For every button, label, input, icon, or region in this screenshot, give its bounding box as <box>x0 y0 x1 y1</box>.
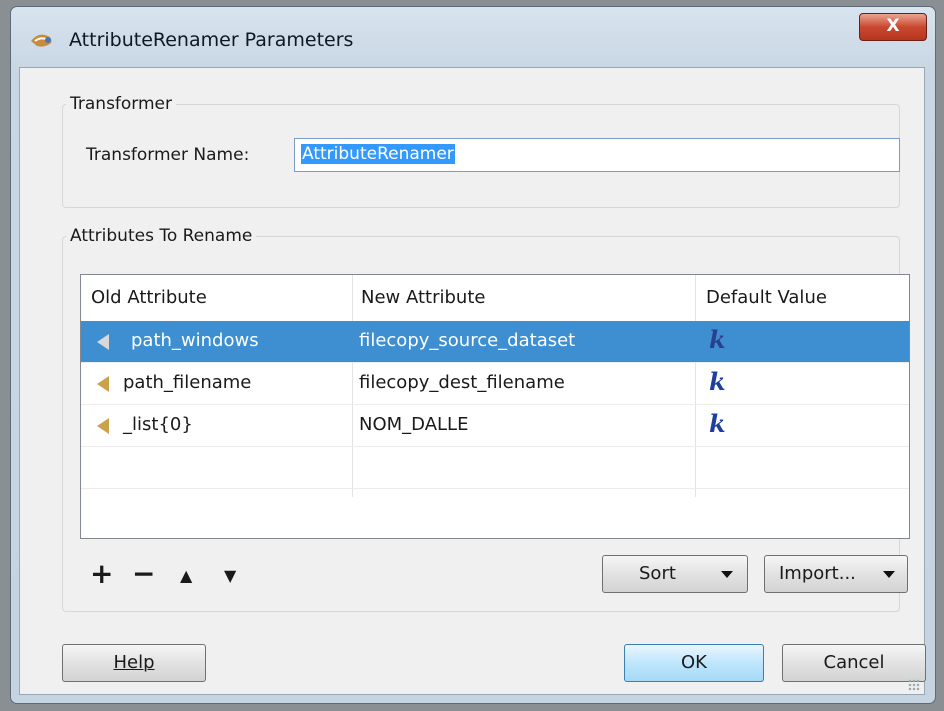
move-up-button[interactable]: ▲ <box>180 562 192 590</box>
old-attribute-cell[interactable]: _list{0} <box>123 414 193 435</box>
ok-label: OK <box>681 652 707 673</box>
table-row[interactable]: path_windows filecopy_source_dataset k <box>81 321 909 363</box>
dialog-content: Transformer Transformer Name: AttributeR… <box>19 67 926 695</box>
table-row[interactable]: path_filename filecopy_dest_filename k <box>81 363 909 405</box>
help-label: Help <box>113 652 155 673</box>
old-attribute-cell[interactable]: path_windows <box>131 330 259 351</box>
sort-dropdown-button[interactable]: Sort <box>602 555 748 593</box>
new-attribute-cell[interactable]: NOM_DALLE <box>359 414 468 435</box>
chevron-down-icon <box>721 571 733 578</box>
new-attribute-cell[interactable]: filecopy_source_dataset <box>359 330 575 351</box>
add-row-button[interactable]: + <box>90 560 113 588</box>
chevron-down-icon <box>883 571 895 578</box>
cancel-button[interactable]: Cancel <box>782 644 926 682</box>
column-header-old[interactable]: Old Attribute <box>91 287 207 308</box>
ok-button[interactable]: OK <box>624 644 764 682</box>
remove-row-button[interactable]: − <box>132 560 155 588</box>
table-row-empty[interactable] <box>81 447 909 489</box>
new-attribute-cell[interactable]: filecopy_dest_filename <box>359 372 565 393</box>
close-button[interactable]: X <box>859 13 927 41</box>
attributes-group-title: Attributes To Rename <box>66 226 257 246</box>
transformer-name-value: AttributeRenamer <box>301 144 455 164</box>
title-bar[interactable]: AttributeRenamer Parameters X <box>11 7 935 67</box>
dialog-window: AttributeRenamer Parameters X Transforme… <box>10 6 936 704</box>
attribute-arrow-icon <box>97 334 109 350</box>
close-icon: X <box>886 16 900 36</box>
help-button[interactable]: Help <box>62 644 206 682</box>
import-dropdown-button[interactable]: Import... <box>764 555 908 593</box>
table-header: Old Attribute New Attribute Default Valu… <box>81 275 909 322</box>
import-label: Import... <box>779 563 856 584</box>
window-title: AttributeRenamer Parameters <box>69 29 354 51</box>
attribute-arrow-icon <box>97 376 109 392</box>
transformer-name-label: Transformer Name: <box>86 145 250 165</box>
transformer-group-title: Transformer <box>66 94 177 114</box>
k-text-editor-icon[interactable]: k <box>709 325 726 354</box>
old-attribute-cell[interactable]: path_filename <box>123 372 251 393</box>
cancel-label: Cancel <box>823 652 885 673</box>
column-header-default[interactable]: Default Value <box>706 287 827 308</box>
resize-grip-icon[interactable] <box>908 679 920 691</box>
transformer-name-input[interactable]: AttributeRenamer <box>294 138 900 172</box>
move-down-button[interactable]: ▼ <box>224 562 236 590</box>
attributes-table[interactable]: Old Attribute New Attribute Default Valu… <box>80 274 910 539</box>
fme-workbench-icon <box>31 34 52 47</box>
k-text-editor-icon[interactable]: k <box>709 367 726 396</box>
column-header-new[interactable]: New Attribute <box>361 287 485 308</box>
table-row[interactable]: _list{0} NOM_DALLE k <box>81 405 909 447</box>
k-text-editor-icon[interactable]: k <box>709 409 726 438</box>
sort-label: Sort <box>639 563 676 584</box>
attribute-arrow-icon <box>97 418 109 434</box>
